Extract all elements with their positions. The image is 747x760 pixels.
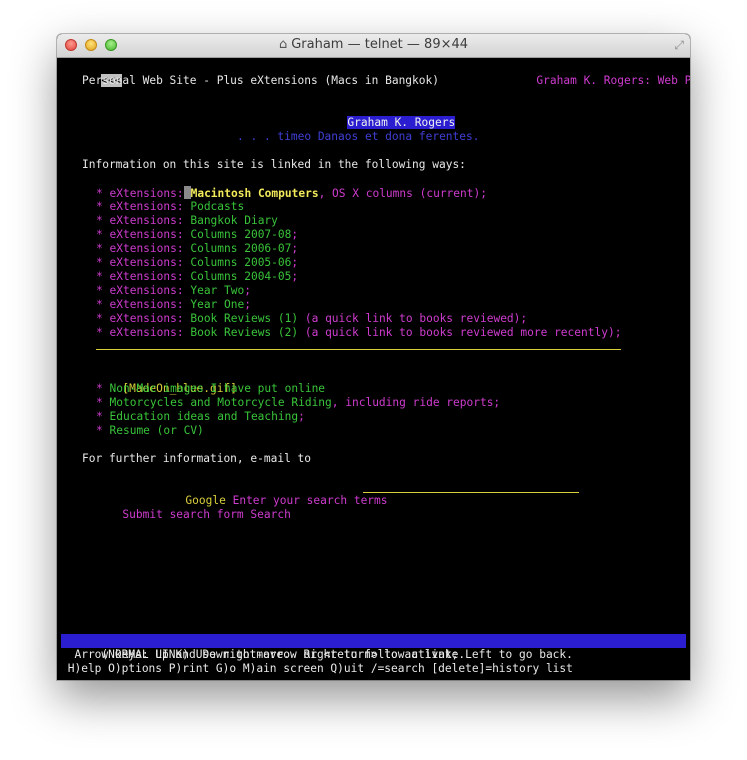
bullet: * [96, 187, 103, 200]
list-item: * eXtensions: Book Reviews (1) (a quick … [96, 312, 527, 326]
list-item: * Motorcycles and Motorcycle Riding, inc… [96, 396, 500, 410]
ext-prefix: eXtensions: [109, 214, 184, 227]
list-item: * Resume (or CV) [96, 424, 204, 438]
fullscreen-icon[interactable]: ⤢ [674, 38, 684, 53]
bullet: * [96, 200, 103, 213]
ext-note: (a quick link to books reviewed more rec… [298, 326, 622, 339]
terminal-window: ⌂ Graham — telnet — 89×44 ⤢ <<< Graham K.… [57, 34, 690, 680]
list-item: * eXtensions: Book Reviews (2) (a quick … [96, 326, 621, 340]
bullet: * [96, 396, 103, 409]
other-link[interactable]: Resume (or CV) [110, 424, 204, 437]
list-item: * eXtensions: Columns 2006-07; [96, 242, 298, 256]
intro-text: Information on this site is linked in th… [82, 158, 466, 171]
ext-prefix: eXtensions: [109, 187, 184, 200]
ext-note: ; [291, 270, 299, 283]
heading-row: Graham K. Rogers [307, 102, 456, 129]
list-item: * eXtensions: Year Two; [96, 284, 251, 298]
bullet: * [96, 424, 103, 437]
ext-note: ; [291, 228, 299, 241]
ext-link[interactable]: Bangkok Diary [190, 214, 278, 227]
ext-link[interactable]: Columns 2004-05 [190, 270, 291, 283]
text-cursor [183, 186, 191, 199]
list-item: * eXtensions: Columns 2007-08; [96, 228, 298, 242]
page-link-row: Graham K. Rogers: Web Pages [496, 60, 690, 87]
ext-link[interactable]: Columns 2006-07 [190, 242, 291, 255]
bullet: * [96, 382, 103, 395]
motto: . . . timeo Danaos et dona ferentes. [237, 130, 480, 143]
ext-prefix: eXtensions: [109, 298, 184, 311]
list-item: * eXtensions: Columns 2004-05; [96, 270, 298, 284]
ext-prefix: eXtensions: [109, 270, 184, 283]
bullet: * [96, 270, 103, 283]
ext-link[interactable]: Columns 2005-06 [190, 256, 291, 269]
ext-link[interactable]: Podcasts [190, 200, 244, 213]
bullet: * [96, 298, 103, 311]
list-item: * eXtensions: Bangkok Diary [96, 214, 278, 228]
page-title-link[interactable]: Graham K. Rogers: Web Pages [536, 74, 690, 87]
other-note: , including ride reports; [331, 396, 501, 409]
help-line-1: Arrow keys: Up and Down to move. Right t… [61, 648, 573, 661]
heading-link[interactable]: Graham K. Rogers [347, 116, 456, 129]
home-icon: ⌂ [278, 37, 288, 52]
bullet: * [96, 214, 103, 227]
bullet: * [96, 228, 103, 241]
help-line-2: H)elp O)ptions P)rint G)o M)ain screen Q… [61, 662, 573, 675]
status-bar: (NORMAL LINK) Use right-arrow or <return… [61, 634, 686, 661]
ext-prefix: eXtensions: [109, 242, 184, 255]
other-link[interactable]: Education ideas and Teaching [110, 410, 299, 423]
list-item: * eXtensions: Macintosh Computers, OS X c… [96, 186, 487, 200]
ext-prefix: eXtensions: [109, 200, 184, 213]
title-bar[interactable]: ⌂ Graham — telnet — 89×44 ⤢ [57, 34, 690, 58]
search-row: Google Enter your search terms [145, 480, 387, 507]
ext-note: , OS X columns (current); [318, 187, 487, 200]
ext-note: ; [244, 298, 251, 311]
back-link-row: <<< [61, 60, 122, 87]
ext-note: (a quick link to books reviewed); [298, 312, 528, 325]
terminal-content: <<< Graham K. Rogers: Web Pages Personal… [61, 58, 690, 680]
ext-note: ; [244, 284, 251, 297]
bullet: * [96, 410, 103, 423]
submit-row: Submit search form Search [82, 494, 290, 521]
list-item: * eXtensions: Columns 2005-06; [96, 256, 298, 270]
contact-text: For further information, e-mail to [82, 452, 312, 465]
other-note: ; [298, 410, 305, 423]
ext-prefix: eXtensions: [109, 284, 184, 297]
ext-prefix: eXtensions: [109, 326, 184, 339]
bullet: * [96, 242, 103, 255]
ext-link[interactable]: Year Two [190, 284, 244, 297]
ext-prefix: eXtensions: [109, 312, 184, 325]
list-item: * Non-Mac images I have put online [96, 382, 325, 396]
submit-search-button[interactable]: Submit search form Search [122, 508, 290, 521]
search-input[interactable] [363, 492, 579, 493]
ext-link[interactable]: Year One [190, 298, 244, 311]
window-title-text: Graham — telnet — 89×44 [291, 37, 469, 52]
window-title: ⌂ Graham — telnet — 89×44 [57, 37, 690, 52]
list-item: * eXtensions: Year One; [96, 298, 251, 312]
ext-link[interactable]: Book Reviews (1) [190, 312, 298, 325]
bullet: * [96, 256, 103, 269]
bullet: * [96, 312, 103, 325]
ext-note: ; [291, 256, 299, 269]
bullet: * [96, 284, 103, 297]
ext-link[interactable]: Columns 2007-08 [190, 228, 291, 241]
ext-link[interactable]: Book Reviews (2) [190, 326, 298, 339]
list-item: * eXtensions: Podcasts [96, 200, 244, 214]
site-title: Personal Web Site - Plus eXtensions (Mac… [82, 74, 439, 87]
ext-prefix: eXtensions: [109, 256, 184, 269]
other-link[interactable]: Non-Mac images I have put online [110, 382, 326, 395]
other-link[interactable]: Motorcycles and Motorcycle Riding [110, 396, 332, 409]
list-item: * Education ideas and Teaching; [96, 410, 305, 424]
made-on-row: [MadeOn_blue.gif] [82, 368, 237, 395]
ext-prefix: eXtensions: [109, 228, 184, 241]
bullet: * [96, 326, 103, 339]
ext-note: ; [291, 242, 299, 255]
ext-link[interactable]: Macintosh Computers [191, 187, 319, 200]
horizontal-rule [96, 349, 621, 350]
